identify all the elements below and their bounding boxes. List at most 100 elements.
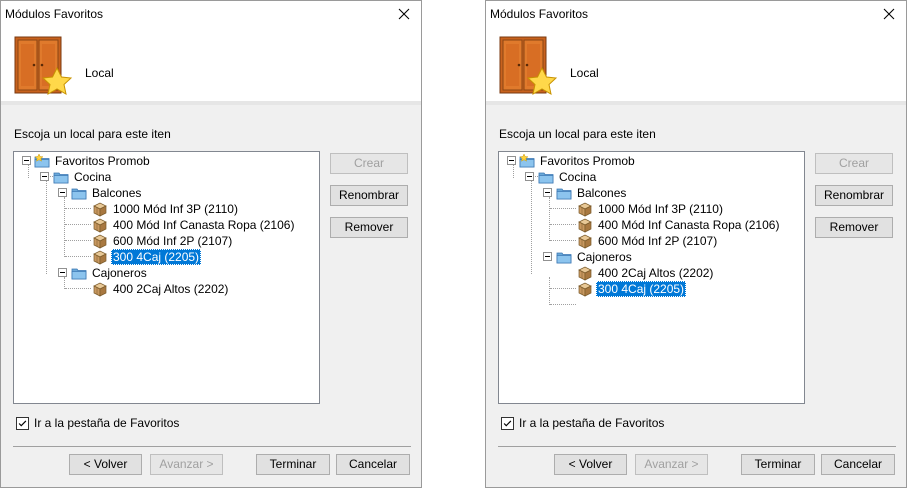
collapse-toggle[interactable] xyxy=(58,188,67,197)
close-icon[interactable] xyxy=(878,3,900,25)
module-box-icon xyxy=(92,233,108,249)
tree-node-cajoneros[interactable]: Cajoneros xyxy=(14,265,314,281)
tree-node-root[interactable]: Favoritos Promob xyxy=(499,153,799,169)
folder-icon xyxy=(556,185,572,201)
remover-button[interactable]: Remover xyxy=(330,217,408,238)
tree-item[interactable]: 400 Mód Inf Canasta Ropa (2106) xyxy=(499,217,799,233)
footer-separator xyxy=(13,446,411,447)
tree-label: 400 Mód Inf Canasta Ropa (2106) xyxy=(598,218,780,232)
favorites-tree[interactable]: Favoritos Promob Cocina Balcones 1000 Mó… xyxy=(13,151,320,404)
module-box-icon xyxy=(577,281,593,297)
tree-label: Favoritos Promob xyxy=(55,154,150,168)
renombrar-button[interactable]: Renombrar xyxy=(815,185,893,206)
folder-icon xyxy=(538,169,554,185)
footer-separator xyxy=(498,446,896,447)
checkbox-label: Ir a la pestaña de Favoritos xyxy=(519,416,665,430)
check-icon xyxy=(502,418,513,429)
crear-button[interactable]: Crear xyxy=(330,153,408,174)
collapse-toggle[interactable] xyxy=(58,268,67,277)
tree-item[interactable]: 400 Mód Inf Canasta Ropa (2106) xyxy=(14,217,314,233)
tree-label: 300 4Caj (2205) xyxy=(111,249,202,265)
header-panel: Local xyxy=(1,27,421,101)
dialog-title: Módulos Favoritos xyxy=(5,7,104,21)
tree-node-cocina[interactable]: Cocina xyxy=(14,169,314,185)
instruction-text: Escoja un local para este iten xyxy=(499,127,656,141)
favorites-tree[interactable]: Favoritos Promob Cocina Balcones 1000 Mó… xyxy=(498,151,805,404)
checkbox-label: Ir a la pestaña de Favoritos xyxy=(34,416,180,430)
module-box-icon xyxy=(577,201,593,217)
tree-connector xyxy=(550,304,576,305)
tree-node-cajoneros[interactable]: Cajoneros xyxy=(499,249,799,265)
tree-node-cocina[interactable]: Cocina xyxy=(499,169,799,185)
folder-icon xyxy=(71,265,87,281)
tree-node-balcones[interactable]: Balcones xyxy=(499,185,799,201)
tree-item[interactable]: 600 Mód Inf 2P (2107) xyxy=(14,233,314,249)
tree-label: Cocina xyxy=(74,170,112,184)
favorites-tab-checkbox[interactable] xyxy=(501,417,514,430)
tree-label: 1000 Mód Inf 3P (2110) xyxy=(113,202,238,216)
crear-button[interactable]: Crear xyxy=(815,153,893,174)
module-box-icon xyxy=(577,217,593,233)
close-icon[interactable] xyxy=(393,3,415,25)
collapse-toggle[interactable] xyxy=(40,172,49,181)
tree-item-selected[interactable]: 300 4Caj (2205) xyxy=(499,281,799,297)
tree-label: 600 Mód Inf 2P (2107) xyxy=(113,234,233,248)
title-bar: Módulos Favoritos xyxy=(486,1,906,27)
collapse-toggle[interactable] xyxy=(525,172,534,181)
tree-label: 400 Mód Inf Canasta Ropa (2106) xyxy=(113,218,295,232)
tree-label: Cocina xyxy=(559,170,597,184)
tree-item[interactable]: 400 2Caj Altos (2202) xyxy=(499,265,799,281)
volver-button[interactable]: < Volver xyxy=(69,454,142,475)
dialog-body: Escoja un local para este iten Favoritos… xyxy=(486,105,906,487)
favorites-folder-icon xyxy=(34,153,50,169)
wardrobe-star-icon xyxy=(13,35,73,97)
folder-icon xyxy=(53,169,69,185)
tree-node-root[interactable]: Favoritos Promob xyxy=(14,153,314,169)
tree-label: 600 Mód Inf 2P (2107) xyxy=(598,234,718,248)
tree-node-balcones[interactable]: Balcones xyxy=(14,185,314,201)
tree-label: 1000 Mód Inf 3P (2110) xyxy=(598,202,723,216)
terminar-button[interactable]: Terminar xyxy=(741,454,815,475)
collapse-toggle[interactable] xyxy=(507,156,516,165)
module-box-icon xyxy=(92,217,108,233)
favorites-tab-checkbox[interactable] xyxy=(16,417,29,430)
collapse-toggle[interactable] xyxy=(543,252,552,261)
tree-item[interactable]: 600 Mód Inf 2P (2107) xyxy=(499,233,799,249)
module-box-icon xyxy=(92,201,108,217)
title-bar: Módulos Favoritos xyxy=(1,1,421,27)
renombrar-button[interactable]: Renombrar xyxy=(330,185,408,206)
tree-item[interactable]: 1000 Mód Inf 3P (2110) xyxy=(14,201,314,217)
collapse-toggle[interactable] xyxy=(22,156,31,165)
module-box-icon xyxy=(92,249,108,265)
module-box-icon xyxy=(577,233,593,249)
tree-item[interactable]: 400 2Caj Altos (2202) xyxy=(14,281,314,297)
folder-icon xyxy=(556,249,572,265)
tree-label: Balcones xyxy=(92,186,142,200)
remover-button[interactable]: Remover xyxy=(815,217,893,238)
dialog-title: Módulos Favoritos xyxy=(490,7,589,21)
terminar-button[interactable]: Terminar xyxy=(256,454,330,475)
cancelar-button[interactable]: Cancelar xyxy=(336,454,410,475)
avanzar-button[interactable]: Avanzar > xyxy=(635,454,708,475)
dialog-body: Escoja un local para este iten Favoritos… xyxy=(1,105,421,487)
tree-label: 300 4Caj (2205) xyxy=(596,281,687,297)
tree-label: 400 2Caj Altos (2202) xyxy=(113,282,229,296)
tree-label: Balcones xyxy=(577,186,627,200)
collapse-toggle[interactable] xyxy=(543,188,552,197)
folder-icon xyxy=(71,185,87,201)
instruction-text: Escoja un local para este iten xyxy=(14,127,171,141)
tree-item[interactable]: 1000 Mód Inf 3P (2110) xyxy=(499,201,799,217)
tree-label: Cajoneros xyxy=(577,250,632,264)
local-label: Local xyxy=(85,66,114,80)
volver-button[interactable]: < Volver xyxy=(554,454,627,475)
module-box-icon xyxy=(577,265,593,281)
header-panel: Local xyxy=(486,27,906,101)
favorites-dialog-right: Módulos Favoritos Local Escoja un local … xyxy=(485,0,907,488)
tree-item-selected[interactable]: 300 4Caj (2205) xyxy=(14,249,314,265)
tree-label: Cajoneros xyxy=(92,266,147,280)
tree-label: Favoritos Promob xyxy=(540,154,635,168)
favorites-folder-icon xyxy=(519,153,535,169)
module-box-icon xyxy=(92,281,108,297)
cancelar-button[interactable]: Cancelar xyxy=(821,454,895,475)
avanzar-button[interactable]: Avanzar > xyxy=(150,454,223,475)
